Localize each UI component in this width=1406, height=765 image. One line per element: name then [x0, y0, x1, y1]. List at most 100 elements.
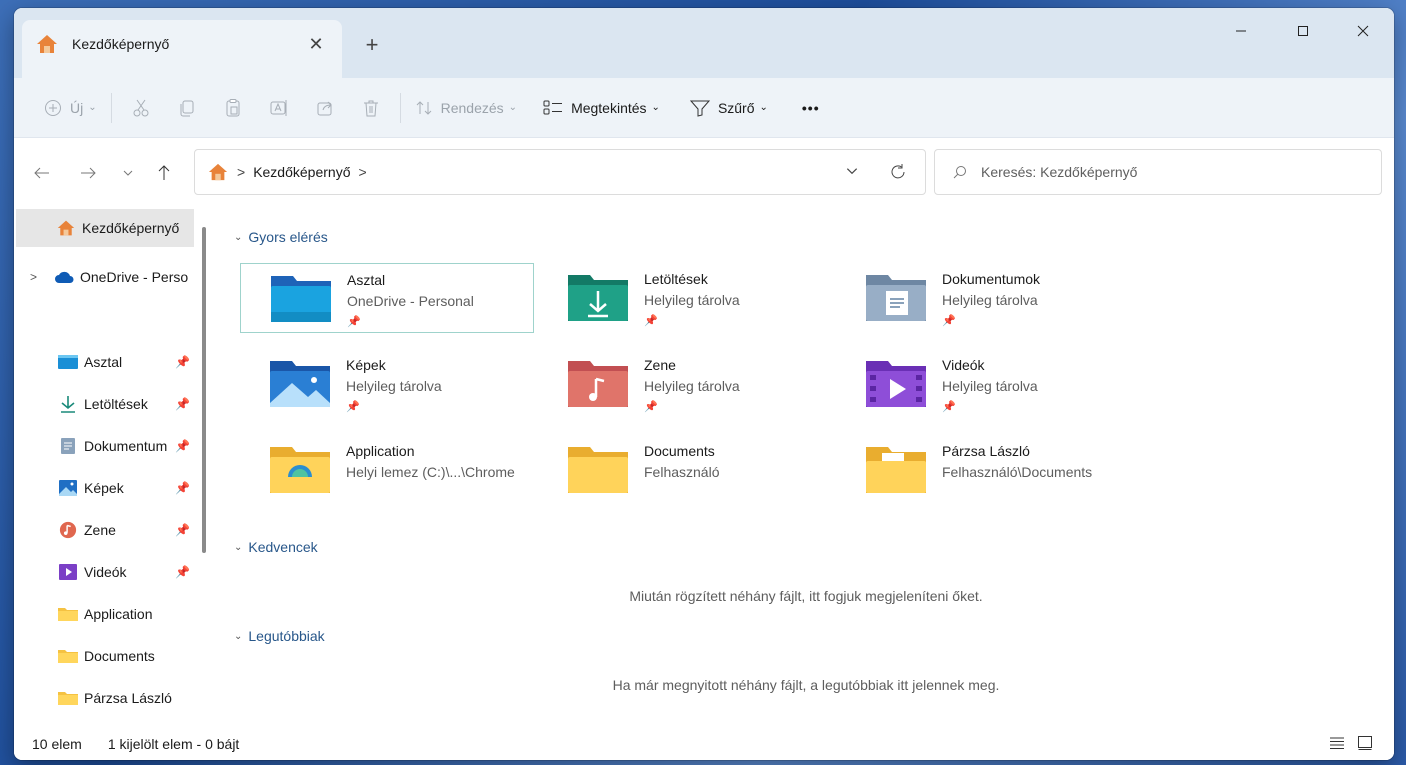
pin-icon: 📌	[644, 401, 658, 413]
search-input[interactable]	[981, 164, 1361, 180]
view-button[interactable]: Megtekintés ⌄	[535, 88, 668, 128]
cut-button[interactable]	[118, 88, 164, 128]
forward-button[interactable]	[74, 159, 102, 187]
separator	[399, 92, 401, 123]
copy-button[interactable]	[164, 88, 210, 128]
item-count: 10 elem	[32, 735, 82, 752]
address-dropdown-button[interactable]	[845, 164, 859, 181]
plus-circle-icon	[45, 99, 61, 116]
sidebar-item-downloads[interactable]: Letöltések 📌	[16, 385, 194, 423]
minimize-button[interactable]	[1210, 8, 1272, 54]
quick-item-pictures[interactable]: Képek Helyileg tárolva 📌	[240, 349, 534, 419]
back-button[interactable]	[28, 159, 56, 187]
quick-item-music[interactable]: Zene Helyileg tárolva 📌	[538, 349, 832, 419]
folder-icon	[58, 608, 78, 621]
item-name: Asztal	[347, 272, 386, 288]
item-location: Helyileg tárolva	[942, 292, 1038, 308]
sort-icon	[416, 100, 431, 115]
chevron-down-icon: ⌄	[88, 102, 97, 113]
section-header-recent[interactable]: ⌄ Legutóbbiak	[234, 628, 325, 644]
music-icon	[59, 521, 77, 539]
expand-chevron-icon[interactable]: >	[30, 270, 54, 284]
details-view-button[interactable]	[1326, 732, 1348, 754]
navigation-pane: Kezdőképernyő > OneDrive - Perso Asztal …	[14, 205, 214, 727]
tab-title: Kezdőképernyő	[72, 36, 170, 52]
folder-icon	[58, 650, 78, 663]
tab-close-icon[interactable]: ✕	[304, 34, 328, 55]
section-header-favorites[interactable]: ⌄ Kedvencek	[234, 539, 318, 555]
filter-button[interactable]: Szűrő ⌄	[682, 88, 776, 128]
quick-item-application[interactable]: Application Helyi lemez (C:)\...\Chrome	[240, 435, 534, 505]
new-label: Új	[70, 99, 84, 116]
tiles-view-button[interactable]	[1354, 732, 1376, 754]
sort-label: Rendezés	[440, 99, 504, 116]
sidebar-item-onedrive[interactable]: > OneDrive - Perso	[16, 258, 194, 296]
section-header-quick-access[interactable]: ⌄ Gyors elérés	[234, 229, 328, 245]
pin-icon[interactable]: 📌	[175, 355, 190, 369]
quick-item-downloads[interactable]: Letöltések Helyileg tárolva 📌	[538, 263, 832, 333]
sidebar-item-label: Documents	[84, 648, 155, 664]
maximize-button[interactable]	[1272, 8, 1334, 54]
tab-home[interactable]: Kezdőképernyő ✕	[22, 20, 342, 78]
pin-icon[interactable]: 📌	[175, 523, 190, 537]
recent-locations-button[interactable]	[114, 159, 142, 187]
delete-button[interactable]	[348, 88, 394, 128]
pin-icon[interactable]: 📌	[175, 439, 190, 453]
sidebar-item-home[interactable]: Kezdőképernyő	[16, 209, 194, 247]
new-button[interactable]: Új ⌄	[36, 88, 105, 128]
sidebar-item-videos[interactable]: Videók 📌	[16, 553, 194, 591]
breadcrumb-separator[interactable]: >	[358, 164, 366, 180]
quick-item-desktop[interactable]: Asztal OneDrive - Personal 📌	[240, 263, 534, 333]
item-location: Felhasználó\Documents	[942, 464, 1093, 480]
item-name: Dokumentumok	[942, 271, 1041, 287]
search-box[interactable]	[934, 149, 1382, 195]
music-folder-icon	[568, 361, 628, 407]
more-options-button[interactable]: •••	[794, 88, 828, 128]
sidebar-item-application[interactable]: Application	[16, 595, 194, 633]
refresh-icon	[891, 164, 905, 179]
sidebar-item-desktop[interactable]: Asztal 📌	[16, 343, 194, 381]
item-location: OneDrive - Personal	[347, 293, 474, 309]
downloads-folder-icon	[568, 275, 628, 321]
share-button[interactable]	[302, 88, 348, 128]
sidebar-item-pictures[interactable]: Képek 📌	[16, 469, 194, 507]
sidebar-item-music[interactable]: Zene 📌	[16, 511, 194, 549]
arrow-up-icon	[158, 165, 170, 180]
quick-item-parzsa-laszlo[interactable]: Párzsa László Felhasználó\Documents	[836, 435, 1130, 505]
pin-icon: 📌	[942, 401, 956, 413]
documents-folder-icon	[866, 275, 926, 321]
arrow-right-icon	[81, 167, 96, 179]
sidebar-item-documents-folder[interactable]: Documents	[16, 637, 194, 675]
close-button[interactable]	[1332, 8, 1394, 54]
pin-icon[interactable]: 📌	[175, 397, 190, 411]
quick-item-documents[interactable]: Dokumentumok Helyileg tárolva 📌	[836, 263, 1130, 333]
tiles-view-icon	[1358, 736, 1372, 750]
breadcrumb-home[interactable]: Kezdőképernyő	[253, 164, 350, 180]
pin-icon[interactable]: 📌	[175, 481, 190, 495]
item-name: Application	[346, 443, 415, 459]
favorites-empty-message: Miután rögzített néhány fájlt, itt fogju…	[629, 588, 983, 604]
maximize-icon	[1298, 26, 1308, 36]
sidebar-scrollbar[interactable]	[202, 227, 206, 553]
home-icon	[57, 220, 75, 236]
sidebar-item-parzsa-laszlo[interactable]: Párzsa László	[16, 679, 194, 717]
rename-button[interactable]	[256, 88, 302, 128]
trash-icon	[363, 100, 378, 116]
refresh-button[interactable]	[889, 163, 907, 184]
chevron-down-icon	[123, 170, 133, 176]
pin-icon: 📌	[644, 315, 658, 327]
section-title: Kedvencek	[248, 539, 318, 555]
paste-button[interactable]	[210, 88, 256, 128]
new-tab-button[interactable]: +	[358, 32, 386, 58]
quick-item-documents-folder[interactable]: Documents Felhasználó	[538, 435, 832, 505]
up-button[interactable]	[150, 159, 178, 187]
sidebar-item-documents[interactable]: Dokumentum 📌	[16, 427, 194, 465]
address-bar[interactable]: > Kezdőképernyő >	[194, 149, 926, 195]
sort-button[interactable]: Rendezés ⌄	[407, 88, 525, 128]
separator	[110, 92, 112, 123]
pin-icon[interactable]: 📌	[175, 565, 190, 579]
quick-item-videos[interactable]: Videók Helyileg tárolva 📌	[836, 349, 1130, 419]
item-location: Helyileg tárolva	[942, 378, 1038, 394]
item-location: Helyileg tárolva	[644, 378, 740, 394]
filter-label: Szűrő	[717, 99, 755, 116]
